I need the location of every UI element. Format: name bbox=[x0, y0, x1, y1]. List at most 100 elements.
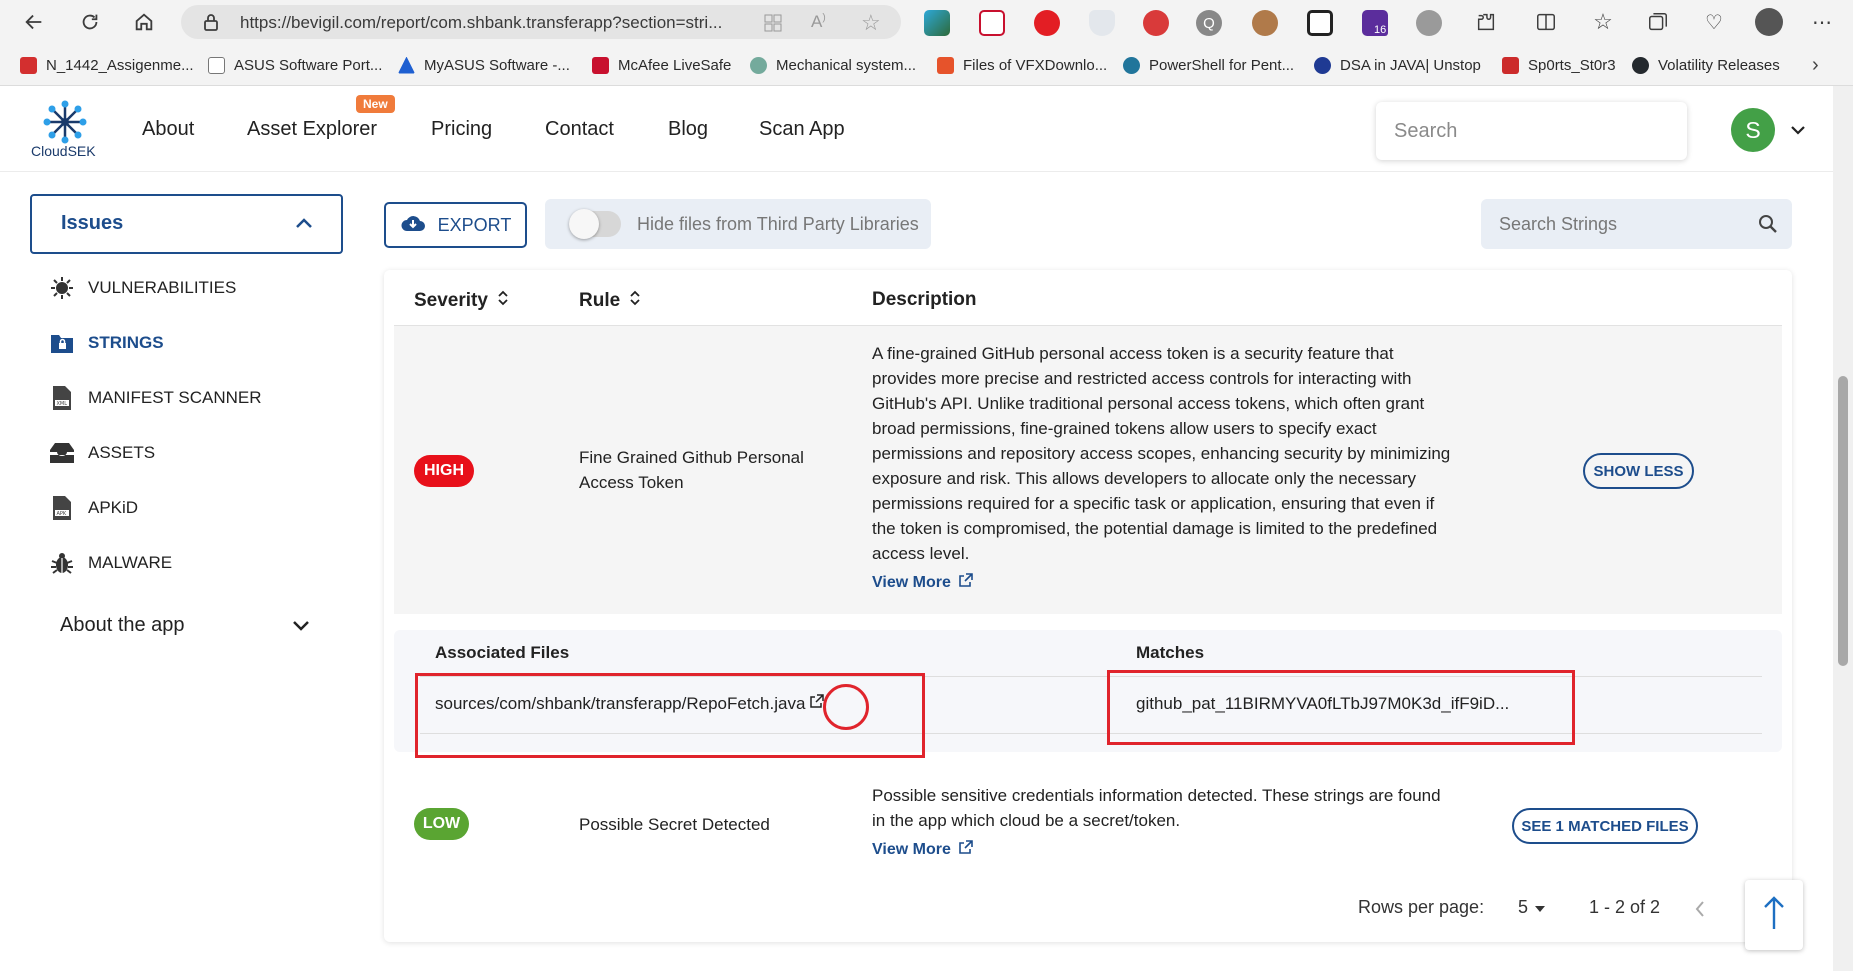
about-the-app-toggle[interactable]: About the app bbox=[60, 614, 185, 637]
nav-scan-app[interactable]: Scan App bbox=[759, 118, 845, 141]
more-menu-icon[interactable]: ⋯ bbox=[1808, 8, 1836, 36]
bookmark-label: Sp0rts_St0r3 bbox=[1528, 56, 1616, 74]
bookmark-item[interactable]: Files of VFXDownlo... bbox=[937, 54, 1107, 76]
cloud-extension-icon[interactable] bbox=[1143, 10, 1169, 36]
description-line: in the app which cloud be a secret/token… bbox=[872, 811, 1181, 830]
see-matched-files-button[interactable]: SEE 1 MATCHED FILES bbox=[1512, 808, 1698, 844]
profile-avatar-icon[interactable] bbox=[1755, 8, 1783, 36]
extension-icon[interactable] bbox=[924, 10, 950, 36]
bookmark-item[interactable]: Mechanical system... bbox=[750, 54, 916, 76]
view-more-link[interactable]: View More bbox=[872, 573, 973, 593]
sidebar-item-malware[interactable]: MALWARE bbox=[49, 548, 172, 578]
severity-badge-high: HIGH bbox=[414, 455, 474, 487]
nav-pricing[interactable]: Pricing bbox=[431, 118, 492, 141]
bookmark-item[interactable]: DSA in JAVA| Unstop bbox=[1314, 54, 1481, 76]
read-aloud-icon[interactable]: A) bbox=[811, 12, 826, 32]
bookmark-item[interactable]: N_1442_Assigenme... bbox=[20, 54, 194, 76]
issues-section-toggle[interactable]: Issues bbox=[30, 194, 343, 254]
nav-asset-explorer[interactable]: Asset Explorer bbox=[247, 118, 377, 141]
extensions-puzzle-icon[interactable] bbox=[1472, 8, 1500, 36]
bookmarks-bar: N_1442_Assigenme... ASUS Software Port..… bbox=[0, 44, 1853, 86]
nav-blog[interactable]: Blog bbox=[668, 118, 708, 141]
sidebar-item-label: VULNERABILITIES bbox=[88, 278, 237, 297]
user-avatar[interactable]: S bbox=[1731, 108, 1775, 152]
bookmarks-overflow-chevron-icon[interactable]: › bbox=[1812, 54, 1819, 76]
bookmark-item[interactable]: Sp0rts_St0r3 bbox=[1502, 54, 1616, 76]
search-icon[interactable] bbox=[1758, 214, 1778, 239]
severity-column-header[interactable]: Severity bbox=[414, 289, 509, 313]
shield-extension-icon[interactable] bbox=[1089, 10, 1115, 36]
nav-contact[interactable]: Contact bbox=[545, 118, 614, 141]
caret-down-icon bbox=[1534, 897, 1546, 918]
chevron-down-icon[interactable] bbox=[292, 619, 310, 637]
mcafee-extension-icon[interactable] bbox=[979, 10, 1005, 36]
header-search[interactable] bbox=[1376, 102, 1687, 160]
virus-icon bbox=[49, 275, 75, 301]
collections-icon[interactable] bbox=[1644, 8, 1672, 36]
window-extension-icon[interactable] bbox=[1307, 10, 1333, 36]
home-icon[interactable] bbox=[130, 8, 158, 36]
unstop-icon bbox=[1314, 56, 1331, 74]
bookmark-item[interactable]: McAfee LiveSafe bbox=[592, 54, 731, 76]
sports-icon bbox=[1502, 56, 1519, 74]
description-line: permissions and repository access scopes… bbox=[872, 444, 1451, 463]
favorite-star-icon[interactable]: ☆ bbox=[861, 10, 881, 36]
browser-essentials-icon[interactable]: ♡ bbox=[1700, 8, 1728, 36]
chevron-down-icon[interactable] bbox=[1790, 122, 1806, 140]
xml-file-icon: XML bbox=[49, 385, 75, 411]
sidebar-item-apkid[interactable]: APK APKiD bbox=[49, 493, 138, 523]
matches-header: Matches bbox=[1136, 643, 1205, 662]
rule-description: Possible sensitive credentials informati… bbox=[872, 783, 1484, 833]
wordpress-icon bbox=[1123, 56, 1140, 74]
show-less-button[interactable]: SHOW LESS bbox=[1583, 453, 1694, 489]
q-extension-icon[interactable]: Q bbox=[1196, 10, 1222, 36]
sort-icon[interactable] bbox=[629, 289, 641, 313]
strings-search[interactable] bbox=[1481, 199, 1792, 249]
prev-page-chevron-icon[interactable] bbox=[1694, 899, 1706, 924]
strings-search-input[interactable] bbox=[1481, 199, 1741, 249]
adblock-extension-icon[interactable] bbox=[1034, 10, 1060, 36]
lock-icon bbox=[203, 13, 219, 36]
bookmark-item[interactable]: ASUS Software Port... bbox=[208, 54, 382, 76]
sidebar-item-vulnerabilities[interactable]: VULNERABILITIES bbox=[49, 273, 236, 303]
extension-badge-count: 16 bbox=[1372, 24, 1389, 36]
sidebar-item-strings[interactable]: STRINGS bbox=[49, 328, 164, 358]
column-label: Description bbox=[872, 289, 977, 310]
bookmark-label: Volatility Releases bbox=[1658, 56, 1780, 74]
header-search-input[interactable] bbox=[1376, 102, 1687, 160]
extension-icon-grey[interactable] bbox=[1416, 10, 1442, 36]
bookmark-label: MyASUS Software -... bbox=[424, 56, 570, 74]
sidebar-item-manifest-scanner[interactable]: XML MANIFEST SCANNER bbox=[49, 383, 262, 413]
address-bar[interactable]: https://bevigil.com/report/com.shbank.tr… bbox=[181, 5, 901, 39]
hide-third-party-toggle[interactable] bbox=[569, 209, 621, 239]
favorites-icon[interactable]: ☆ bbox=[1589, 8, 1617, 36]
toggle-label: Hide files from Third Party Libraries bbox=[637, 214, 919, 234]
refresh-icon[interactable] bbox=[76, 8, 104, 36]
rows-per-page-label: Rows per page: bbox=[1358, 897, 1485, 917]
bookmark-item[interactable]: Volatility Releases bbox=[1632, 54, 1780, 76]
url-text[interactable]: https://bevigil.com/report/com.shbank.tr… bbox=[240, 13, 722, 33]
rows-per-page-select[interactable]: 5 bbox=[1518, 897, 1546, 918]
site-header: CloudSEK About Asset Explorer New Pricin… bbox=[0, 86, 1833, 172]
rule-column-header[interactable]: Rule bbox=[579, 289, 641, 313]
bug-icon bbox=[49, 550, 75, 576]
arrow-up-icon bbox=[1762, 895, 1786, 936]
split-screen-icon[interactable] bbox=[1532, 8, 1560, 36]
chevron-up-icon bbox=[295, 216, 313, 234]
view-more-link[interactable]: View More bbox=[872, 840, 973, 860]
export-button[interactable]: EXPORT bbox=[384, 202, 527, 248]
sort-icon[interactable] bbox=[497, 289, 509, 313]
vfx-icon bbox=[937, 56, 954, 74]
nav-about[interactable]: About bbox=[142, 118, 194, 141]
bookmark-item[interactable]: PowerShell for Pent... bbox=[1123, 54, 1294, 76]
sidebar-item-assets[interactable]: ASSETS bbox=[49, 438, 155, 468]
back-icon[interactable] bbox=[20, 8, 48, 36]
logo-text: CloudSEK bbox=[31, 143, 96, 159]
scrollbar-thumb[interactable] bbox=[1838, 376, 1848, 666]
app-grid-icon[interactable] bbox=[763, 13, 783, 38]
cookie-extension-icon[interactable] bbox=[1252, 10, 1278, 36]
page-scrollbar[interactable] bbox=[1833, 86, 1853, 971]
scroll-to-top-button[interactable] bbox=[1745, 880, 1803, 950]
badge-extension-icon[interactable]: 16 bbox=[1362, 10, 1389, 36]
bookmark-item[interactable]: MyASUS Software -... bbox=[398, 54, 570, 76]
